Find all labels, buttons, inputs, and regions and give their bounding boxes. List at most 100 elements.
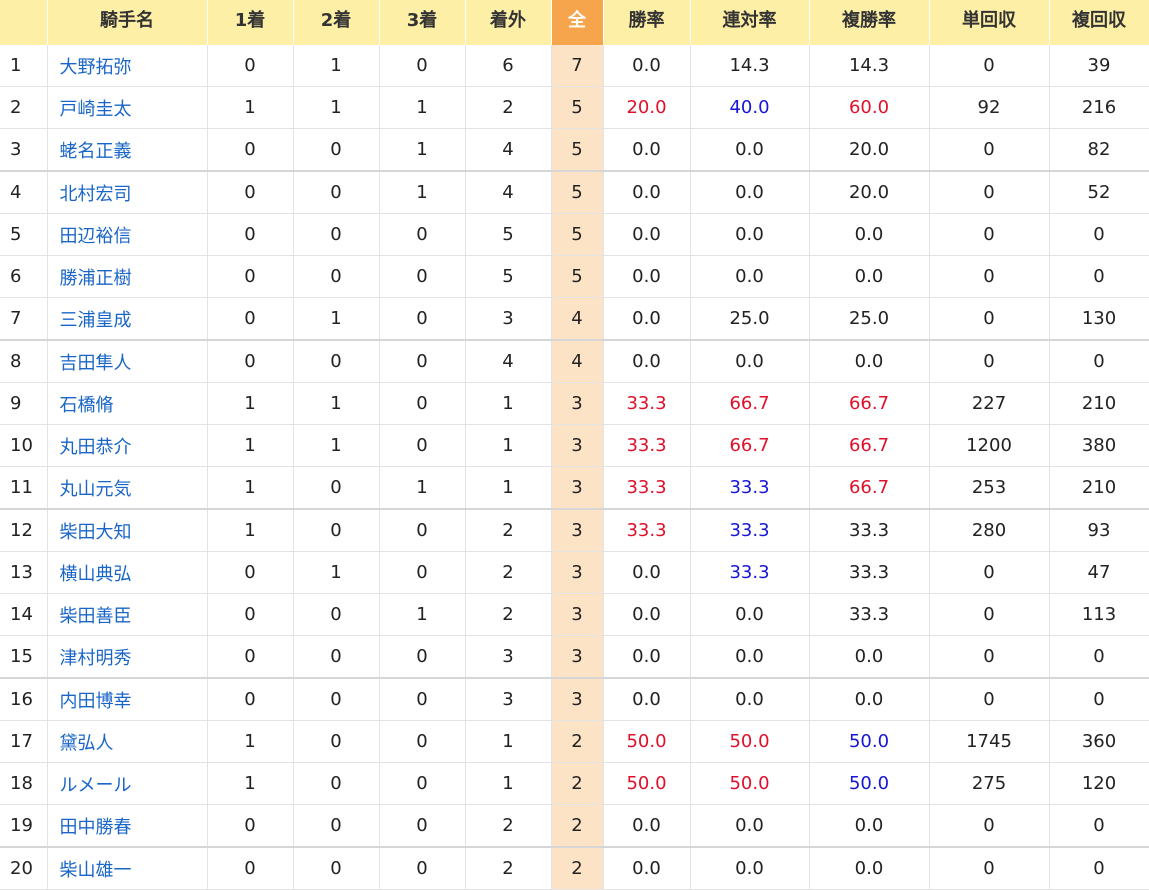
- third-count-cell: 0: [379, 804, 466, 848]
- jockey-name-link[interactable]: 黛弘人: [47, 720, 208, 763]
- unplaced-count-cell: 1: [465, 466, 552, 510]
- jockey-name-link[interactable]: 吉田隼人: [47, 340, 208, 383]
- quinella-rate-cell: 66.7: [690, 424, 810, 467]
- place-return-cell: 0: [1049, 340, 1149, 383]
- jockey-name-link[interactable]: 蛯名正義: [47, 128, 208, 172]
- second-count-cell: 0: [293, 635, 380, 679]
- win-rate-cell: 0.0: [603, 255, 691, 298]
- second-count-cell: 1: [293, 45, 380, 87]
- jockey-name-link[interactable]: 丸田恭介: [47, 424, 208, 467]
- col-header-first[interactable]: 1着: [207, 0, 294, 45]
- third-count-cell: 0: [379, 255, 466, 298]
- total-count-cell: 3: [551, 466, 604, 510]
- win-rate-cell: 33.3: [603, 424, 691, 467]
- col-header-place-rate[interactable]: 複勝率: [809, 0, 930, 45]
- unplaced-count-cell: 2: [465, 551, 552, 594]
- col-header-third[interactable]: 3着: [379, 0, 466, 45]
- third-count-cell: 0: [379, 720, 466, 763]
- table-row: 9 石橋脩 1 1 0 1 3 33.3 66.7 66.7 227 210: [0, 382, 1149, 425]
- jockey-name-link[interactable]: 勝浦正樹: [47, 255, 208, 298]
- quinella-rate-cell: 0.0: [690, 340, 810, 383]
- header-row: 騎手名 1着 2着 3着 着外 全 勝率 連対率 複勝率 単回収 複回収: [0, 0, 1149, 45]
- col-header-total[interactable]: 全: [551, 0, 604, 45]
- total-count-cell: 3: [551, 551, 604, 594]
- jockey-name-link[interactable]: ルメール: [47, 762, 208, 805]
- third-count-cell: 0: [379, 340, 466, 383]
- jockey-name-link[interactable]: 横山典弘: [47, 551, 208, 594]
- place-return-cell: 82: [1049, 128, 1149, 172]
- col-header-rank[interactable]: [0, 0, 48, 45]
- win-return-cell: 0: [929, 255, 1050, 298]
- jockey-name-link[interactable]: 柴山雄一: [47, 847, 208, 890]
- jockey-name-link[interactable]: 田中勝春: [47, 804, 208, 848]
- win-return-cell: 280: [929, 509, 1050, 552]
- table-row: 7 三浦皇成 0 1 0 3 4 0.0 25.0 25.0 0 130: [0, 297, 1149, 341]
- place-return-cell: 52: [1049, 171, 1149, 214]
- jockey-name-link[interactable]: 大野拓弥: [47, 45, 208, 87]
- rank-cell: 15: [0, 635, 48, 679]
- jockey-name-link[interactable]: 内田博幸: [47, 678, 208, 721]
- jockey-name-link[interactable]: 田辺裕信: [47, 213, 208, 256]
- third-count-cell: 0: [379, 847, 466, 890]
- quinella-rate-cell: 0.0: [690, 804, 810, 848]
- jockey-name-link[interactable]: 津村明秀: [47, 635, 208, 679]
- jockey-name-link[interactable]: 石橋脩: [47, 382, 208, 425]
- table-body: 1 大野拓弥 0 1 0 6 7 0.0 14.3 14.3 0 39 2 戸崎圭太 1 1 1 2 5 20.0 40…: [0, 45, 1149, 890]
- win-rate-cell: 0.0: [603, 340, 691, 383]
- unplaced-count-cell: 5: [465, 213, 552, 256]
- place-return-cell: 0: [1049, 847, 1149, 890]
- jockey-name-link[interactable]: 柴田善臣: [47, 593, 208, 636]
- table-row: 4 北村宏司 0 0 1 4 5 0.0 0.0 20.0 0 52: [0, 171, 1149, 214]
- first-count-cell: 0: [207, 678, 294, 721]
- col-header-jockey[interactable]: 騎手名: [47, 0, 208, 45]
- win-return-cell: 0: [929, 804, 1050, 848]
- unplaced-count-cell: 1: [465, 762, 552, 805]
- second-count-cell: 0: [293, 593, 380, 636]
- first-count-cell: 0: [207, 804, 294, 848]
- jockey-name-link[interactable]: 戸崎圭太: [47, 86, 208, 129]
- total-count-cell: 2: [551, 720, 604, 763]
- table-row: 15 津村明秀 0 0 0 3 3 0.0 0.0 0.0 0 0: [0, 635, 1149, 679]
- col-header-place-return[interactable]: 複回収: [1049, 0, 1149, 45]
- first-count-cell: 0: [207, 340, 294, 383]
- total-count-cell: 3: [551, 593, 604, 636]
- col-header-unplaced[interactable]: 着外: [465, 0, 552, 45]
- place-rate-cell: 0.0: [809, 847, 930, 890]
- second-count-cell: 1: [293, 424, 380, 467]
- unplaced-count-cell: 1: [465, 720, 552, 763]
- total-count-cell: 4: [551, 340, 604, 383]
- rank-cell: 12: [0, 509, 48, 552]
- jockey-name-link[interactable]: 丸山元気: [47, 466, 208, 510]
- third-count-cell: 0: [379, 424, 466, 467]
- win-return-cell: 1745: [929, 720, 1050, 763]
- second-count-cell: 0: [293, 847, 380, 890]
- third-count-cell: 1: [379, 86, 466, 129]
- col-header-win-rate[interactable]: 勝率: [603, 0, 691, 45]
- jockey-name-link[interactable]: 北村宏司: [47, 171, 208, 214]
- jockey-name-link[interactable]: 柴田大知: [47, 509, 208, 552]
- place-rate-cell: 0.0: [809, 340, 930, 383]
- rank-cell: 2: [0, 86, 48, 129]
- col-header-second[interactable]: 2着: [293, 0, 380, 45]
- col-header-quinella-rate[interactable]: 連対率: [690, 0, 810, 45]
- place-return-cell: 39: [1049, 45, 1149, 87]
- rank-cell: 3: [0, 128, 48, 172]
- jockey-stats-table: 騎手名 1着 2着 3着 着外 全 勝率 連対率 複勝率 単回収 複回収 1 大野…: [0, 0, 1149, 890]
- table-row: 11 丸山元気 1 0 1 1 3 33.3 33.3 66.7 253 210: [0, 466, 1149, 510]
- win-rate-cell: 0.0: [603, 593, 691, 636]
- col-header-win-return[interactable]: 単回収: [929, 0, 1050, 45]
- place-return-cell: 360: [1049, 720, 1149, 763]
- place-rate-cell: 14.3: [809, 45, 930, 87]
- win-rate-cell: 50.0: [603, 762, 691, 805]
- table-row: 12 柴田大知 1 0 0 2 3 33.3 33.3 33.3 280 93: [0, 509, 1149, 552]
- unplaced-count-cell: 4: [465, 171, 552, 214]
- second-count-cell: 0: [293, 255, 380, 298]
- win-rate-cell: 0.0: [603, 804, 691, 848]
- second-count-cell: 1: [293, 382, 380, 425]
- total-count-cell: 4: [551, 297, 604, 341]
- win-return-cell: 0: [929, 128, 1050, 172]
- place-return-cell: 47: [1049, 551, 1149, 594]
- win-return-cell: 0: [929, 297, 1050, 341]
- quinella-rate-cell: 0.0: [690, 213, 810, 256]
- jockey-name-link[interactable]: 三浦皇成: [47, 297, 208, 341]
